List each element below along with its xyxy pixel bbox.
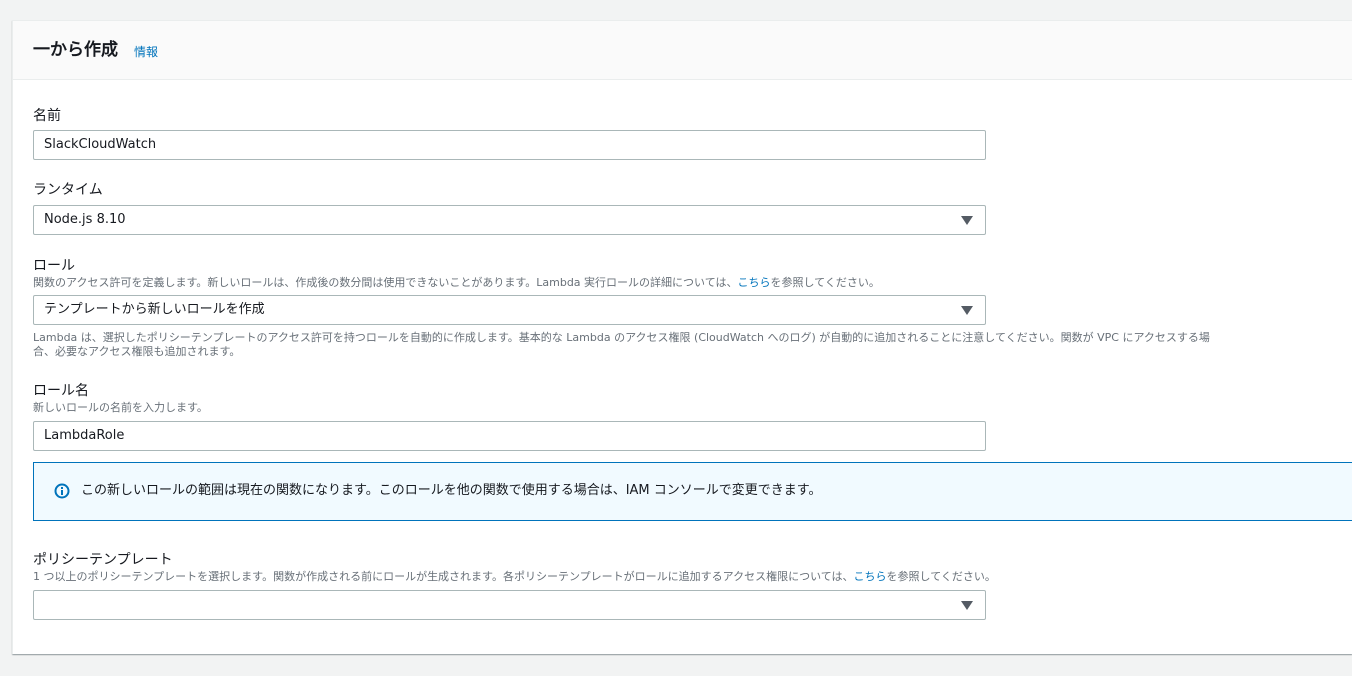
info-alert: この新しいロールの範囲は現在の関数になります。このロールを他の関数で使用する場合… bbox=[33, 462, 1352, 521]
role-name-input[interactable]: LambdaRole bbox=[33, 421, 986, 451]
function-name-input[interactable]: SlackCloudWatch bbox=[33, 130, 986, 160]
role-select-value: テンプレートから新しいロールを作成 bbox=[44, 302, 265, 317]
policy-template-description: 1 つ以上のポリシーテンプレートを選択します。関数が作成される前にロールが生成さ… bbox=[33, 570, 996, 584]
role-label: ロール bbox=[33, 258, 75, 274]
role-note-line-2: 合、必要なアクセス権限も追加されます。 bbox=[33, 345, 241, 358]
role-name-label: ロール名 bbox=[33, 383, 89, 399]
caret-down-icon bbox=[961, 601, 973, 610]
role-name-description: 新しいロールの名前を入力します。 bbox=[33, 401, 208, 414]
role-details-link[interactable]: こちら bbox=[737, 276, 770, 289]
create-from-scratch-panel: 一から作成 情報 名前 SlackCloudWatch ランタイム Node.j… bbox=[12, 20, 1352, 654]
policy-template-select[interactable] bbox=[33, 590, 986, 620]
info-icon bbox=[54, 483, 70, 499]
runtime-label: ランタイム bbox=[33, 182, 103, 198]
role-select[interactable]: テンプレートから新しいロールを作成 bbox=[33, 295, 986, 325]
info-link[interactable]: 情報 bbox=[134, 44, 158, 60]
name-label: 名前 bbox=[33, 108, 61, 124]
policy-template-description-suffix: を参照してください。 bbox=[886, 570, 996, 583]
caret-down-icon bbox=[961, 306, 973, 315]
policy-template-details-link[interactable]: こちら bbox=[854, 570, 887, 583]
role-description-suffix: を参照してください。 bbox=[770, 276, 880, 289]
policy-template-description-text: 1 つ以上のポリシーテンプレートを選択します。関数が作成される前にロールが生成さ… bbox=[33, 570, 854, 583]
runtime-select[interactable]: Node.js 8.10 bbox=[33, 205, 986, 235]
info-alert-text: この新しいロールの範囲は現在の関数になります。このロールを他の関数で使用する場合… bbox=[81, 483, 822, 498]
panel-header: 一から作成 情報 bbox=[13, 21, 1352, 80]
panel-title: 一から作成 bbox=[33, 40, 118, 60]
policy-template-label: ポリシーテンプレート bbox=[33, 552, 173, 568]
role-description: 関数のアクセス許可を定義します。新しいロールは、作成後の数分間は使用できないこと… bbox=[33, 276, 880, 290]
role-note-line-1: Lambda は、選択したポリシーテンプレートのアクセス許可を持つロールを自動的… bbox=[33, 331, 1210, 344]
caret-down-icon bbox=[961, 216, 973, 225]
runtime-select-value: Node.js 8.10 bbox=[44, 212, 126, 227]
role-description-text: 関数のアクセス許可を定義します。新しいロールは、作成後の数分間は使用できないこと… bbox=[33, 276, 738, 289]
